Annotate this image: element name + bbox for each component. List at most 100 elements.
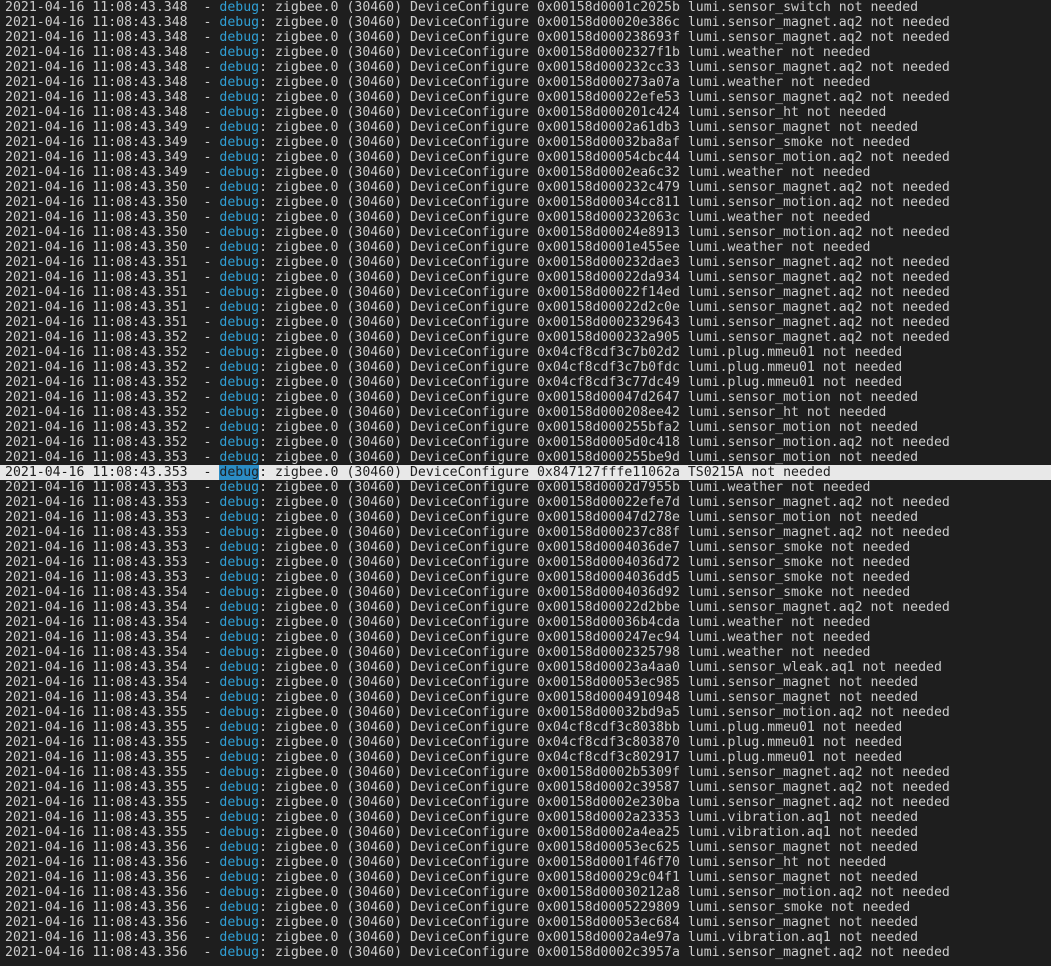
log-level: debug	[219, 270, 260, 285]
log-line[interactable]: 2021-04-16 11:08:43.349 - debug: zigbee.…	[5, 150, 1051, 165]
log-timestamp: 2021-04-16 11:08:43.351	[5, 315, 188, 330]
log-line[interactable]: 2021-04-16 11:08:43.354 - debug: zigbee.…	[5, 615, 1051, 630]
log-line[interactable]: 2021-04-16 11:08:43.350 - debug: zigbee.…	[5, 210, 1051, 225]
log-message: zigbee.0 (30460) DeviceConfigure 0x04cf8…	[274, 345, 903, 360]
log-line[interactable]: 2021-04-16 11:08:43.352 - debug: zigbee.…	[5, 435, 1051, 450]
log-line[interactable]: 2021-04-16 11:08:43.356 - debug: zigbee.…	[5, 900, 1051, 915]
log-message: zigbee.0 (30460) DeviceConfigure 0x00158…	[274, 600, 950, 615]
log-line[interactable]: 2021-04-16 11:08:43.355 - debug: zigbee.…	[5, 750, 1051, 765]
log-line[interactable]: 2021-04-16 11:08:43.356 - debug: zigbee.…	[5, 840, 1051, 855]
log-line[interactable]: 2021-04-16 11:08:43.353 - debug: zigbee.…	[5, 480, 1051, 495]
log-line[interactable]: 2021-04-16 11:08:43.355 - debug: zigbee.…	[5, 780, 1051, 795]
terminal-window[interactable]: 2021-04-16 11:08:43.348 - debug: zigbee.…	[0, 0, 1051, 966]
log-line[interactable]: 2021-04-16 11:08:43.351 - debug: zigbee.…	[5, 300, 1051, 315]
log-line[interactable]: 2021-04-16 11:08:43.355 - debug: zigbee.…	[5, 705, 1051, 720]
log-line[interactable]: 2021-04-16 11:08:43.350 - debug: zigbee.…	[5, 225, 1051, 240]
log-message: zigbee.0 (30460) DeviceConfigure 0x00158…	[274, 495, 950, 510]
log-line[interactable]: 2021-04-16 11:08:43.350 - debug: zigbee.…	[5, 240, 1051, 255]
log-line[interactable]: 2021-04-16 11:08:43.356 - debug: zigbee.…	[5, 885, 1051, 900]
log-level: debug	[219, 75, 260, 90]
log-line[interactable]: 2021-04-16 11:08:43.355 - debug: zigbee.…	[5, 735, 1051, 750]
log-message: zigbee.0 (30460) DeviceConfigure 0x00158…	[274, 120, 919, 135]
log-line[interactable]: 2021-04-16 11:08:43.349 - debug: zigbee.…	[5, 165, 1051, 180]
log-message: zigbee.0 (30460) DeviceConfigure 0x00158…	[274, 870, 919, 885]
log-level: debug	[219, 630, 260, 645]
log-line-selected[interactable]: 2021-04-16 11:08:43.353 - debug: zigbee.…	[0, 465, 1051, 480]
log-timestamp: 2021-04-16 11:08:43.354	[5, 615, 188, 630]
log-line[interactable]: 2021-04-16 11:08:43.354 - debug: zigbee.…	[5, 585, 1051, 600]
log-line[interactable]: 2021-04-16 11:08:43.352 - debug: zigbee.…	[5, 390, 1051, 405]
log-line[interactable]: 2021-04-16 11:08:43.352 - debug: zigbee.…	[5, 360, 1051, 375]
log-line[interactable]: 2021-04-16 11:08:43.353 - debug: zigbee.…	[5, 540, 1051, 555]
log-line[interactable]: 2021-04-16 11:08:43.356 - debug: zigbee.…	[5, 930, 1051, 945]
log-level: debug	[219, 480, 260, 495]
log-line[interactable]: 2021-04-16 11:08:43.348 - debug: zigbee.…	[5, 75, 1051, 90]
log-level: debug	[219, 585, 260, 600]
log-line[interactable]: 2021-04-16 11:08:43.355 - debug: zigbee.…	[5, 810, 1051, 825]
log-line[interactable]: 2021-04-16 11:08:43.353 - debug: zigbee.…	[5, 495, 1051, 510]
log-level: debug	[219, 225, 260, 240]
log-line[interactable]: 2021-04-16 11:08:43.348 - debug: zigbee.…	[5, 90, 1051, 105]
log-line[interactable]: 2021-04-16 11:08:43.348 - debug: zigbee.…	[5, 15, 1051, 30]
log-timestamp: 2021-04-16 11:08:43.349	[5, 165, 188, 180]
log-line[interactable]: 2021-04-16 11:08:43.351 - debug: zigbee.…	[5, 270, 1051, 285]
log-line[interactable]: 2021-04-16 11:08:43.353 - debug: zigbee.…	[5, 525, 1051, 540]
log-line[interactable]: 2021-04-16 11:08:43.354 - debug: zigbee.…	[5, 660, 1051, 675]
log-message: zigbee.0 (30460) DeviceConfigure 0x00158…	[274, 615, 871, 630]
log-level: debug	[219, 855, 260, 870]
log-line[interactable]: 2021-04-16 11:08:43.356 - debug: zigbee.…	[5, 945, 1051, 960]
log-line[interactable]: 2021-04-16 11:08:43.354 - debug: zigbee.…	[5, 645, 1051, 660]
log-level: debug	[219, 450, 260, 465]
log-line[interactable]: 2021-04-16 11:08:43.348 - debug: zigbee.…	[5, 30, 1051, 45]
log-timestamp: 2021-04-16 11:08:43.353	[5, 495, 188, 510]
log-line[interactable]: 2021-04-16 11:08:43.348 - debug: zigbee.…	[5, 0, 1051, 15]
log-line[interactable]: 2021-04-16 11:08:43.352 - debug: zigbee.…	[5, 330, 1051, 345]
log-line[interactable]: 2021-04-16 11:08:43.355 - debug: zigbee.…	[5, 720, 1051, 735]
log-line[interactable]: 2021-04-16 11:08:43.348 - debug: zigbee.…	[5, 105, 1051, 120]
log-line[interactable]: 2021-04-16 11:08:43.351 - debug: zigbee.…	[5, 315, 1051, 330]
log-timestamp: 2021-04-16 11:08:43.354	[5, 585, 188, 600]
log-line[interactable]: 2021-04-16 11:08:43.355 - debug: zigbee.…	[5, 795, 1051, 810]
log-line[interactable]: 2021-04-16 11:08:43.352 - debug: zigbee.…	[5, 345, 1051, 360]
log-line[interactable]: 2021-04-16 11:08:43.351 - debug: zigbee.…	[5, 285, 1051, 300]
log-line[interactable]: 2021-04-16 11:08:43.354 - debug: zigbee.…	[5, 600, 1051, 615]
log-line[interactable]: 2021-04-16 11:08:43.352 - debug: zigbee.…	[5, 420, 1051, 435]
log-line[interactable]: 2021-04-16 11:08:43.353 - debug: zigbee.…	[5, 450, 1051, 465]
log-message: zigbee.0 (30460) DeviceConfigure 0x00158…	[274, 555, 911, 570]
log-line[interactable]: 2021-04-16 11:08:43.348 - debug: zigbee.…	[5, 45, 1051, 60]
log-line[interactable]: 2021-04-16 11:08:43.356 - debug: zigbee.…	[5, 915, 1051, 930]
log-timestamp: 2021-04-16 11:08:43.349	[5, 135, 188, 150]
log-timestamp: 2021-04-16 11:08:43.349	[5, 120, 188, 135]
log-line[interactable]: 2021-04-16 11:08:43.350 - debug: zigbee.…	[5, 180, 1051, 195]
log-line[interactable]: 2021-04-16 11:08:43.348 - debug: zigbee.…	[5, 60, 1051, 75]
log-line[interactable]: 2021-04-16 11:08:43.354 - debug: zigbee.…	[5, 690, 1051, 705]
log-line[interactable]: 2021-04-16 11:08:43.352 - debug: zigbee.…	[5, 375, 1051, 390]
log-timestamp: 2021-04-16 11:08:43.350	[5, 195, 188, 210]
log-timestamp: 2021-04-16 11:08:43.356	[5, 870, 188, 885]
log-line[interactable]: 2021-04-16 11:08:43.356 - debug: zigbee.…	[5, 855, 1051, 870]
log-message: zigbee.0 (30460) DeviceConfigure 0x00158…	[274, 540, 911, 555]
log-timestamp: 2021-04-16 11:08:43.348	[5, 15, 188, 30]
log-level: debug	[219, 330, 260, 345]
log-timestamp: 2021-04-16 11:08:43.352	[5, 360, 188, 375]
log-line[interactable]: 2021-04-16 11:08:43.352 - debug: zigbee.…	[5, 405, 1051, 420]
log-message: zigbee.0 (30460) DeviceConfigure 0x00158…	[274, 855, 887, 870]
log-line[interactable]: 2021-04-16 11:08:43.353 - debug: zigbee.…	[5, 510, 1051, 525]
log-message: zigbee.0 (30460) DeviceConfigure 0x00158…	[274, 90, 950, 105]
log-output[interactable]: 2021-04-16 11:08:43.348 - debug: zigbee.…	[0, 0, 1051, 960]
log-line[interactable]: 2021-04-16 11:08:43.351 - debug: zigbee.…	[5, 255, 1051, 270]
log-line[interactable]: 2021-04-16 11:08:43.353 - debug: zigbee.…	[5, 570, 1051, 585]
log-line[interactable]: 2021-04-16 11:08:43.350 - debug: zigbee.…	[5, 195, 1051, 210]
log-message: zigbee.0 (30460) DeviceConfigure 0x00158…	[274, 15, 950, 30]
log-message: zigbee.0 (30460) DeviceConfigure 0x00158…	[274, 405, 887, 420]
log-line[interactable]: 2021-04-16 11:08:43.355 - debug: zigbee.…	[5, 765, 1051, 780]
log-line[interactable]: 2021-04-16 11:08:43.349 - debug: zigbee.…	[5, 120, 1051, 135]
log-line[interactable]: 2021-04-16 11:08:43.356 - debug: zigbee.…	[5, 870, 1051, 885]
log-level: debug	[219, 150, 260, 165]
log-level: debug	[219, 255, 260, 270]
log-line[interactable]: 2021-04-16 11:08:43.355 - debug: zigbee.…	[5, 825, 1051, 840]
log-line[interactable]: 2021-04-16 11:08:43.349 - debug: zigbee.…	[5, 135, 1051, 150]
log-line[interactable]: 2021-04-16 11:08:43.354 - debug: zigbee.…	[5, 630, 1051, 645]
log-line[interactable]: 2021-04-16 11:08:43.354 - debug: zigbee.…	[5, 675, 1051, 690]
log-line[interactable]: 2021-04-16 11:08:43.353 - debug: zigbee.…	[5, 555, 1051, 570]
